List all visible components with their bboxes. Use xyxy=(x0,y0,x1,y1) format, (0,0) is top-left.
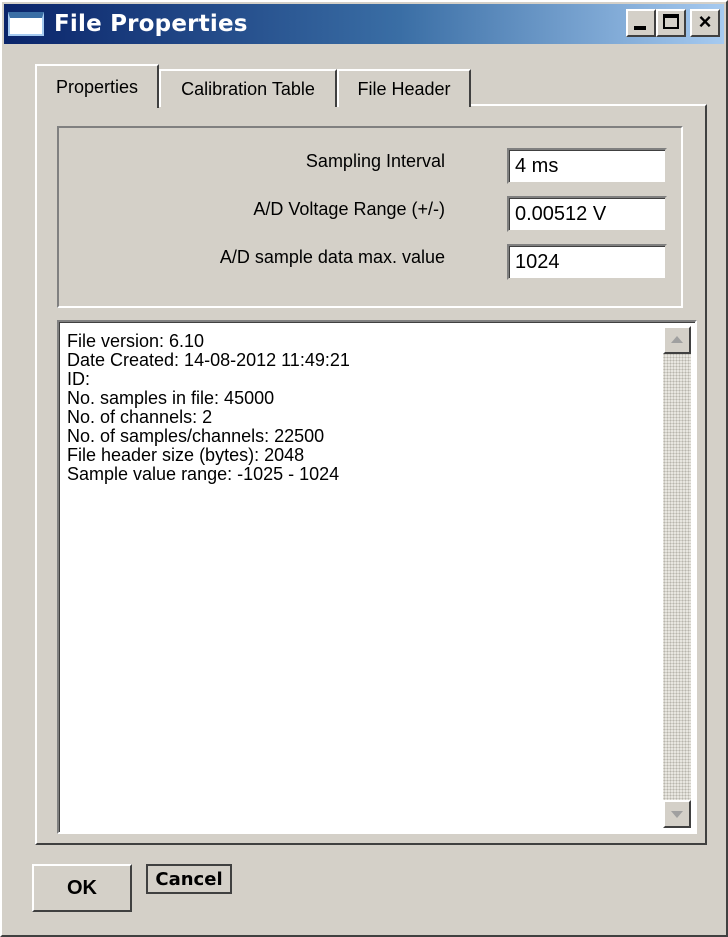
memo-line: Sample value range: -1025 - 1024 xyxy=(67,464,340,484)
memo-line: No. of samples/channels: 22500 xyxy=(67,426,325,446)
sampling-interval-label: Sampling Interval xyxy=(305,151,445,171)
tab-properties[interactable]: Properties xyxy=(35,64,159,108)
ok-button[interactable]: OK xyxy=(32,864,132,912)
tab-calibration-table-label: Calibration Table xyxy=(181,78,315,99)
scroll-up-button[interactable] xyxy=(663,326,691,354)
file-info-memo[interactable]: File version: 6.10 Date Created: 14-08-2… xyxy=(57,320,697,834)
close-button[interactable]: × xyxy=(690,9,720,37)
maximize-icon xyxy=(663,14,679,29)
memo-line: No. of channels: 2 xyxy=(67,407,213,427)
minimize-icon xyxy=(634,26,646,30)
arrow-up-icon xyxy=(671,336,683,343)
sampling-interval-field[interactable]: 4 ms xyxy=(507,148,667,184)
cancel-button[interactable]: Cancel xyxy=(146,864,232,894)
scroll-down-button[interactable] xyxy=(663,800,691,828)
file-info-text: File version: 6.10 Date Created: 14-08-2… xyxy=(67,332,350,484)
memo-line: File version: 6.10 xyxy=(67,331,205,351)
window-app-icon xyxy=(8,12,44,36)
voltage-range-field[interactable]: 0.00512 V xyxy=(507,196,667,232)
window-title: File Properties xyxy=(54,11,248,37)
memo-line: No. samples in file: 45000 xyxy=(67,388,275,408)
arrow-down-icon xyxy=(671,811,683,818)
tab-calibration-table[interactable]: Calibration Table xyxy=(159,69,337,107)
title-bar[interactable]: File Properties × xyxy=(4,4,724,44)
tab-properties-label: Properties xyxy=(55,76,139,97)
file-properties-window: File Properties × Properties Calibration… xyxy=(0,0,728,937)
window-controls: × xyxy=(626,9,720,37)
memo-line: ID: xyxy=(67,369,91,389)
max-value-label: A/D sample data max. value xyxy=(219,247,445,267)
tab-file-header[interactable]: File Header xyxy=(337,69,471,107)
memo-line: Date Created: 14-08-2012 11:49:21 xyxy=(67,350,350,370)
minimize-button[interactable] xyxy=(626,9,656,37)
tab-file-header-label: File Header xyxy=(357,78,451,99)
close-icon: × xyxy=(698,9,712,34)
memo-line: File header size (bytes): 2048 xyxy=(67,445,305,465)
voltage-range-label: A/D Voltage Range (+/-) xyxy=(253,199,445,219)
max-value-field[interactable]: 1024 xyxy=(507,244,667,280)
memo-scrollbar[interactable] xyxy=(663,326,691,828)
maximize-button[interactable] xyxy=(656,9,686,37)
